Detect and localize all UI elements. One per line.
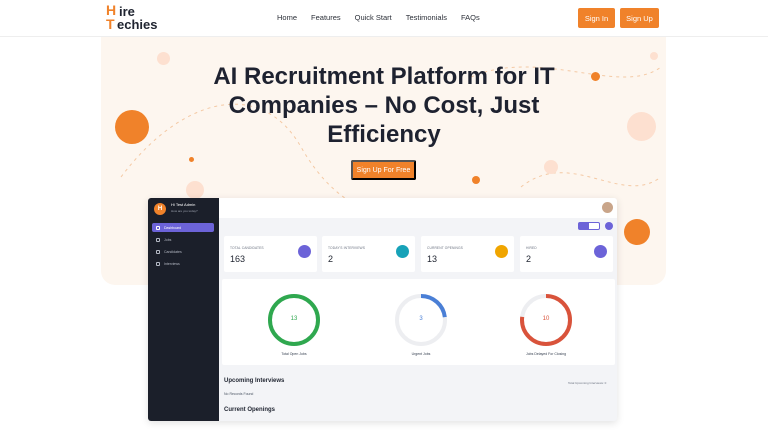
- list-view-icon[interactable]: [589, 223, 599, 229]
- decor-dot: [186, 181, 204, 199]
- nav-link-faqs[interactable]: FAQs: [461, 13, 480, 22]
- sidebar-item-interviews[interactable]: Interviews: [152, 259, 214, 268]
- stat-card-hired[interactable]: HIRED 2: [520, 236, 613, 272]
- decor-dot: [627, 112, 656, 141]
- ring-caption: Jobs Delayed For Closing: [525, 352, 567, 356]
- hero-title: AI Recruitment Platform for IT Companies…: [213, 63, 555, 148]
- stat-label: TODAY'S INTERVIEWS: [328, 246, 366, 250]
- dashboard-icon: [156, 225, 160, 230]
- svg-text:T: T: [106, 16, 115, 31]
- stat-label: CURRENT OPENINGS: [427, 246, 463, 250]
- calendar-icon: [396, 245, 409, 258]
- decor-dot: [650, 52, 658, 60]
- main-nav: Home Features Quick Start Testimonials F…: [277, 13, 494, 22]
- decor-dot: [115, 110, 149, 144]
- sidebar-item-label: Candidates: [164, 249, 182, 254]
- calendar-icon: [156, 261, 160, 266]
- sidebar-item-jobs[interactable]: Jobs: [152, 235, 214, 244]
- dashboard-header: [219, 198, 617, 218]
- stat-value: 163: [230, 254, 246, 264]
- decor-dot: [591, 72, 600, 81]
- nav-link-home[interactable]: Home: [277, 13, 297, 22]
- grid-view-icon[interactable]: [579, 223, 589, 229]
- hiretechies-logo[interactable]: H T ire echies: [106, 3, 158, 34]
- sidebar-item-label: Jobs: [164, 237, 172, 242]
- settings-icon[interactable]: [605, 222, 613, 230]
- sign-up-button[interactable]: Sign Up: [620, 8, 659, 28]
- user-check-icon: [594, 245, 607, 258]
- briefcase-icon: [156, 237, 160, 242]
- user-avatar[interactable]: [602, 202, 613, 213]
- users-icon: [298, 245, 311, 258]
- current-openings-title: Current Openings: [224, 407, 276, 413]
- stat-card-current-openings[interactable]: CURRENT OPENINGS 13: [421, 236, 514, 272]
- decor-dot: [189, 157, 194, 162]
- nav-link-testimonials[interactable]: Testimonials: [406, 13, 447, 22]
- decor-dot: [472, 176, 480, 184]
- stat-value: 13: [427, 254, 438, 264]
- users-icon: [156, 249, 160, 254]
- sidebar-item-label: Interviews: [164, 261, 180, 266]
- briefcase-icon: [495, 245, 508, 258]
- stat-value: 2: [328, 254, 334, 264]
- nav-link-features[interactable]: Features: [311, 13, 341, 22]
- admin-greeting: How are you today?: [171, 209, 198, 213]
- decor-dot: [544, 160, 558, 174]
- sign-up-free-button[interactable]: Sign Up For Free: [351, 160, 416, 180]
- ring-value: 3: [419, 316, 423, 322]
- jobs-overview-card: 13 Total Open Jobs 3 Urgent Jobs 10 Jobs…: [222, 279, 615, 365]
- ring-value: 13: [290, 316, 298, 322]
- stat-card-todays-interviews[interactable]: TODAY'S INTERVIEWS 2: [322, 236, 415, 272]
- sidebar-item-candidates[interactable]: Candidates: [152, 247, 214, 256]
- top-navbar: H T ire echies Home Features Quick Start…: [0, 0, 768, 37]
- sidebar-item-dashboard[interactable]: Dashboard: [152, 223, 214, 232]
- sign-in-button[interactable]: Sign In: [578, 8, 615, 28]
- dashboard-preview: H Hi Test Admin How are you today? Dashb…: [148, 198, 617, 421]
- stat-label: TOTAL CANDIDATES: [230, 246, 264, 250]
- stat-card-total-candidates[interactable]: TOTAL CANDIDATES 163: [224, 236, 317, 272]
- stat-label: HIRED: [526, 246, 537, 250]
- admin-avatar-icon: H: [154, 203, 166, 215]
- stat-value: 2: [526, 254, 532, 264]
- decor-dot: [157, 52, 170, 65]
- nav-link-quick-start[interactable]: Quick Start: [355, 13, 392, 22]
- upcoming-interviews-count: Total Upcoming Interviews: 0: [568, 381, 607, 385]
- ring-caption: Urgent Jobs: [411, 352, 431, 356]
- dashboard-sidebar: H Hi Test Admin How are you today? Dashb…: [148, 198, 219, 421]
- ring-caption: Total Open Jobs: [281, 352, 307, 356]
- ring-value: 10: [542, 316, 550, 322]
- upcoming-interviews-title: Upcoming Interviews: [224, 378, 285, 384]
- view-toggle[interactable]: [578, 222, 600, 230]
- sidebar-item-label: Dashboard: [164, 225, 182, 230]
- no-records-text: No Records Found: [224, 392, 254, 396]
- decor-dot: [624, 219, 650, 245]
- admin-name: Hi Test Admin: [171, 202, 196, 207]
- logo-text-line2: echies: [117, 17, 158, 32]
